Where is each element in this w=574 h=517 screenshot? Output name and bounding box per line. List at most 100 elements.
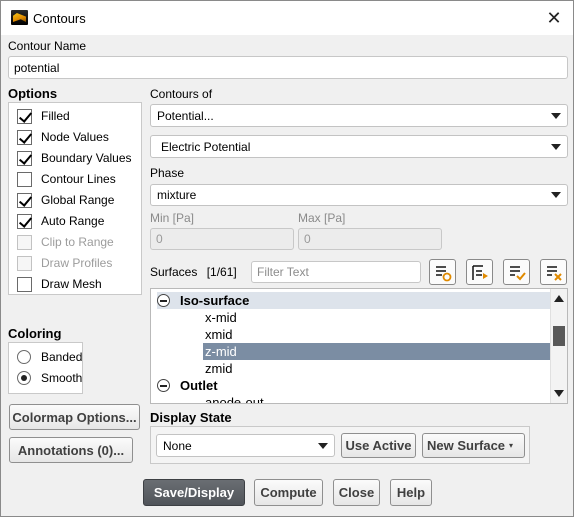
draw-mesh-label: Draw Mesh <box>41 277 102 291</box>
contour-name-value: potential <box>14 60 60 75</box>
window-title: Contours <box>33 11 86 26</box>
contour-lines-checkbox[interactable] <box>17 171 32 187</box>
list-item[interactable]: xmid <box>203 326 551 343</box>
list-group-outlet[interactable]: Outlet <box>157 377 551 394</box>
draw-mesh-checkbox[interactable] <box>17 276 32 292</box>
contours-of-category-dropdown[interactable]: Potential... <box>150 104 568 127</box>
new-surface-icon[interactable] <box>429 259 456 285</box>
select-all-icon[interactable] <box>503 259 530 285</box>
options-label: Options <box>8 86 58 101</box>
contours-dialog: Contours ✕ Contour Name potential Option… <box>0 0 574 517</box>
draw-profiles-label: Draw Profiles <box>41 256 113 270</box>
smooth-label: Smooth <box>41 371 83 385</box>
surfaces-filter-input[interactable]: Filter Text <box>251 261 421 283</box>
coloring-group: Banded Smooth <box>8 342 83 394</box>
clip-to-range-checkbox <box>17 234 32 250</box>
option-contour-lines[interactable]: Contour Lines <box>17 170 116 188</box>
banded-label: Banded <box>41 350 83 364</box>
save-display-button[interactable]: Save/Display <box>143 479 245 506</box>
auto-range-label: Auto Range <box>41 214 105 228</box>
smooth-radio[interactable] <box>17 371 31 385</box>
surfaces-label: Surfaces [1/61] <box>150 265 237 279</box>
draw-profiles-checkbox <box>17 255 32 271</box>
display-state-group: None Use Active New Surface ▾ <box>150 426 530 464</box>
item-label: xmid <box>205 327 233 342</box>
close-icon[interactable]: ✕ <box>543 7 565 29</box>
max-input: 0 <box>298 228 442 250</box>
surfaces-list[interactable]: Iso-surface x-mid xmid z-mid zmid Outlet… <box>150 288 568 404</box>
deselect-all-icon[interactable] <box>540 259 567 285</box>
contours-of-category-value: Potential... <box>157 108 214 123</box>
new-surface-button[interactable]: New Surface ▾ <box>422 433 525 458</box>
contour-name-input[interactable]: potential <box>8 56 568 79</box>
options-group: Filled Node Values Boundary Values Conto… <box>8 102 142 295</box>
global-range-label: Global Range <box>41 193 115 207</box>
coloring-banded[interactable]: Banded <box>17 348 82 366</box>
filter-placeholder: Filter Text <box>257 265 309 279</box>
display-state-dropdown[interactable]: None <box>156 434 335 457</box>
select-filter-icon[interactable] <box>466 259 493 285</box>
title-bar: Contours ✕ <box>1 1 573 35</box>
min-input: 0 <box>150 228 294 250</box>
help-button[interactable]: Help <box>390 479 432 506</box>
option-node-values[interactable]: Node Values <box>17 128 109 146</box>
chevron-down-icon <box>551 112 561 119</box>
option-draw-profiles: Draw Profiles <box>17 254 112 272</box>
compute-button[interactable]: Compute <box>254 479 323 506</box>
scroll-down-icon[interactable] <box>554 390 564 397</box>
list-item[interactable]: anode-out <box>203 394 551 404</box>
phase-value: mixture <box>157 188 197 202</box>
boundary-values-checkbox[interactable] <box>17 150 32 166</box>
filled-checkbox[interactable] <box>17 108 32 124</box>
list-group-iso-surface[interactable]: Iso-surface <box>157 292 551 309</box>
coloring-label: Coloring <box>8 326 62 341</box>
option-global-range[interactable]: Global Range <box>17 191 114 209</box>
item-label: z-mid <box>205 344 237 359</box>
option-filled[interactable]: Filled <box>17 107 70 125</box>
option-auto-range[interactable]: Auto Range <box>17 212 104 230</box>
colormap-options-button[interactable]: Colormap Options... <box>9 404 140 430</box>
coloring-smooth[interactable]: Smooth <box>17 369 82 387</box>
max-label: Max [Pa] <box>298 211 346 225</box>
annotations-button[interactable]: Annotations (0)... <box>9 437 133 463</box>
scroll-up-icon[interactable] <box>554 295 564 302</box>
chevron-down-icon: ▾ <box>509 441 514 450</box>
surfaces-label-text: Surfaces <box>150 265 198 279</box>
clip-to-range-label: Clip to Range <box>41 235 114 249</box>
auto-range-checkbox[interactable] <box>17 213 32 229</box>
surfaces-scrollbar[interactable] <box>550 289 567 403</box>
min-value: 0 <box>156 232 163 246</box>
group-label: Outlet <box>180 378 218 393</box>
close-button[interactable]: Close <box>333 479 380 506</box>
item-label: x-mid <box>205 310 237 325</box>
chevron-down-icon <box>318 442 328 449</box>
option-draw-mesh[interactable]: Draw Mesh <box>17 275 102 293</box>
group-label: Iso-surface <box>180 293 250 308</box>
collapse-icon[interactable] <box>157 294 170 307</box>
list-item[interactable]: x-mid <box>203 309 551 326</box>
contours-of-variable-value: Electric Potential <box>161 139 251 154</box>
list-item[interactable]: zmid <box>203 360 551 377</box>
surfaces-count: [1/61] <box>206 265 237 279</box>
boundary-values-label: Boundary Values <box>41 151 132 165</box>
node-values-checkbox[interactable] <box>17 129 32 145</box>
collapse-icon[interactable] <box>157 379 170 392</box>
global-range-checkbox[interactable] <box>17 192 32 208</box>
max-value: 0 <box>304 232 311 246</box>
use-active-button[interactable]: Use Active <box>341 433 416 458</box>
display-state-label: Display State <box>150 410 232 425</box>
new-surface-label: New Surface <box>427 438 506 453</box>
min-label: Min [Pa] <box>150 211 195 225</box>
display-state-value: None <box>163 438 192 453</box>
phase-dropdown[interactable]: mixture <box>150 184 568 206</box>
scroll-thumb[interactable] <box>553 326 565 346</box>
contours-of-label: Contours of <box>150 87 213 101</box>
item-label: anode-out <box>205 395 264 404</box>
contour-name-label: Contour Name <box>8 39 87 53</box>
banded-radio[interactable] <box>17 350 31 364</box>
list-item-selected[interactable]: z-mid <box>203 343 551 360</box>
chevron-down-icon <box>551 143 561 150</box>
contours-of-variable-dropdown[interactable]: Electric Potential <box>150 135 568 158</box>
option-clip-to-range: Clip to Range <box>17 233 114 251</box>
option-boundary-values[interactable]: Boundary Values <box>17 149 132 167</box>
